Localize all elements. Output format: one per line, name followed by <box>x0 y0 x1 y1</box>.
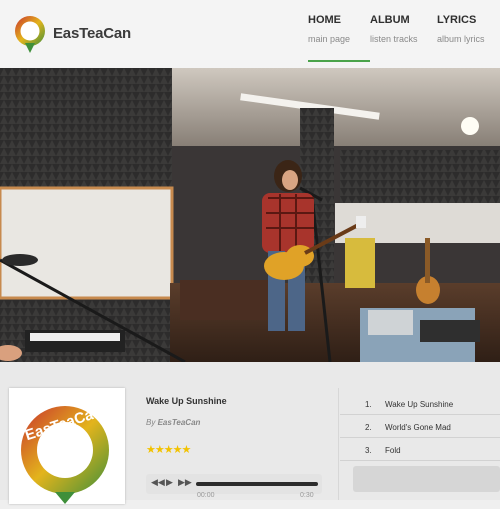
nav-home-sub: main page <box>308 34 351 44</box>
divider <box>338 388 339 500</box>
nav-lyrics[interactable]: LYRICS album lyrics <box>437 14 485 44</box>
nav-home[interactable]: HOME main page <box>308 14 350 44</box>
track-item[interactable]: 1. Wake Up Sunshine <box>340 392 500 415</box>
nav-home-title: HOME <box>308 14 341 26</box>
player-section: EasTeaCan Wake Up Sunshine By EasTeaCan … <box>0 362 500 504</box>
album-cover[interactable]: EasTeaCan <box>9 388 125 504</box>
play-icon[interactable]: ▶ <box>166 477 173 488</box>
hero-image <box>0 68 500 362</box>
nav-album[interactable]: ALBUM listen tracks <box>370 14 418 44</box>
track-item[interactable]: 2. World's Gone Mad <box>340 415 500 438</box>
song-artist[interactable]: EasTeaCan <box>158 418 201 427</box>
time-total: 0:30 <box>300 492 314 499</box>
next-icon[interactable]: ▶▶ <box>178 477 192 488</box>
site-header: EasTeaCan HOME main page ALBUM listen tr… <box>0 0 500 69</box>
track-number: 2. <box>365 423 372 432</box>
nav-lyrics-title: LYRICS <box>437 14 477 26</box>
song-title: Wake Up Sunshine <box>146 396 227 406</box>
nav-album-sub: listen tracks <box>370 34 418 44</box>
brand-name[interactable]: EasTeaCan <box>53 25 131 42</box>
nav-album-title: ALBUM <box>370 14 410 26</box>
nav-active-indicator <box>308 60 370 62</box>
album-logo-icon: EasTeaCan <box>21 403 109 504</box>
progress-bar[interactable] <box>196 482 318 486</box>
nav-lyrics-sub: album lyrics <box>437 34 485 44</box>
track-number: 3. <box>365 446 372 455</box>
tracklist-panel-button[interactable] <box>353 466 500 492</box>
track-name: Fold <box>385 446 401 455</box>
by-label: By <box>146 418 156 427</box>
track-name: Wake Up Sunshine <box>385 400 454 409</box>
prev-icon[interactable]: ◀◀ <box>151 477 165 488</box>
track-item[interactable]: 3. Fold <box>340 438 500 461</box>
track-list: 1. Wake Up Sunshine 2. World's Gone Mad … <box>340 392 500 461</box>
song-artist-line: By EasTeaCan <box>146 418 200 427</box>
track-name: World's Gone Mad <box>385 423 451 432</box>
rating-stars[interactable]: ★★★★★ <box>146 443 191 456</box>
track-number: 1. <box>365 400 372 409</box>
time-current: 00:00 <box>197 492 215 499</box>
studio-scene <box>0 68 500 362</box>
audio-player: ◀◀ ▶ ▶▶ <box>146 474 322 494</box>
logo-icon[interactable] <box>12 14 48 54</box>
